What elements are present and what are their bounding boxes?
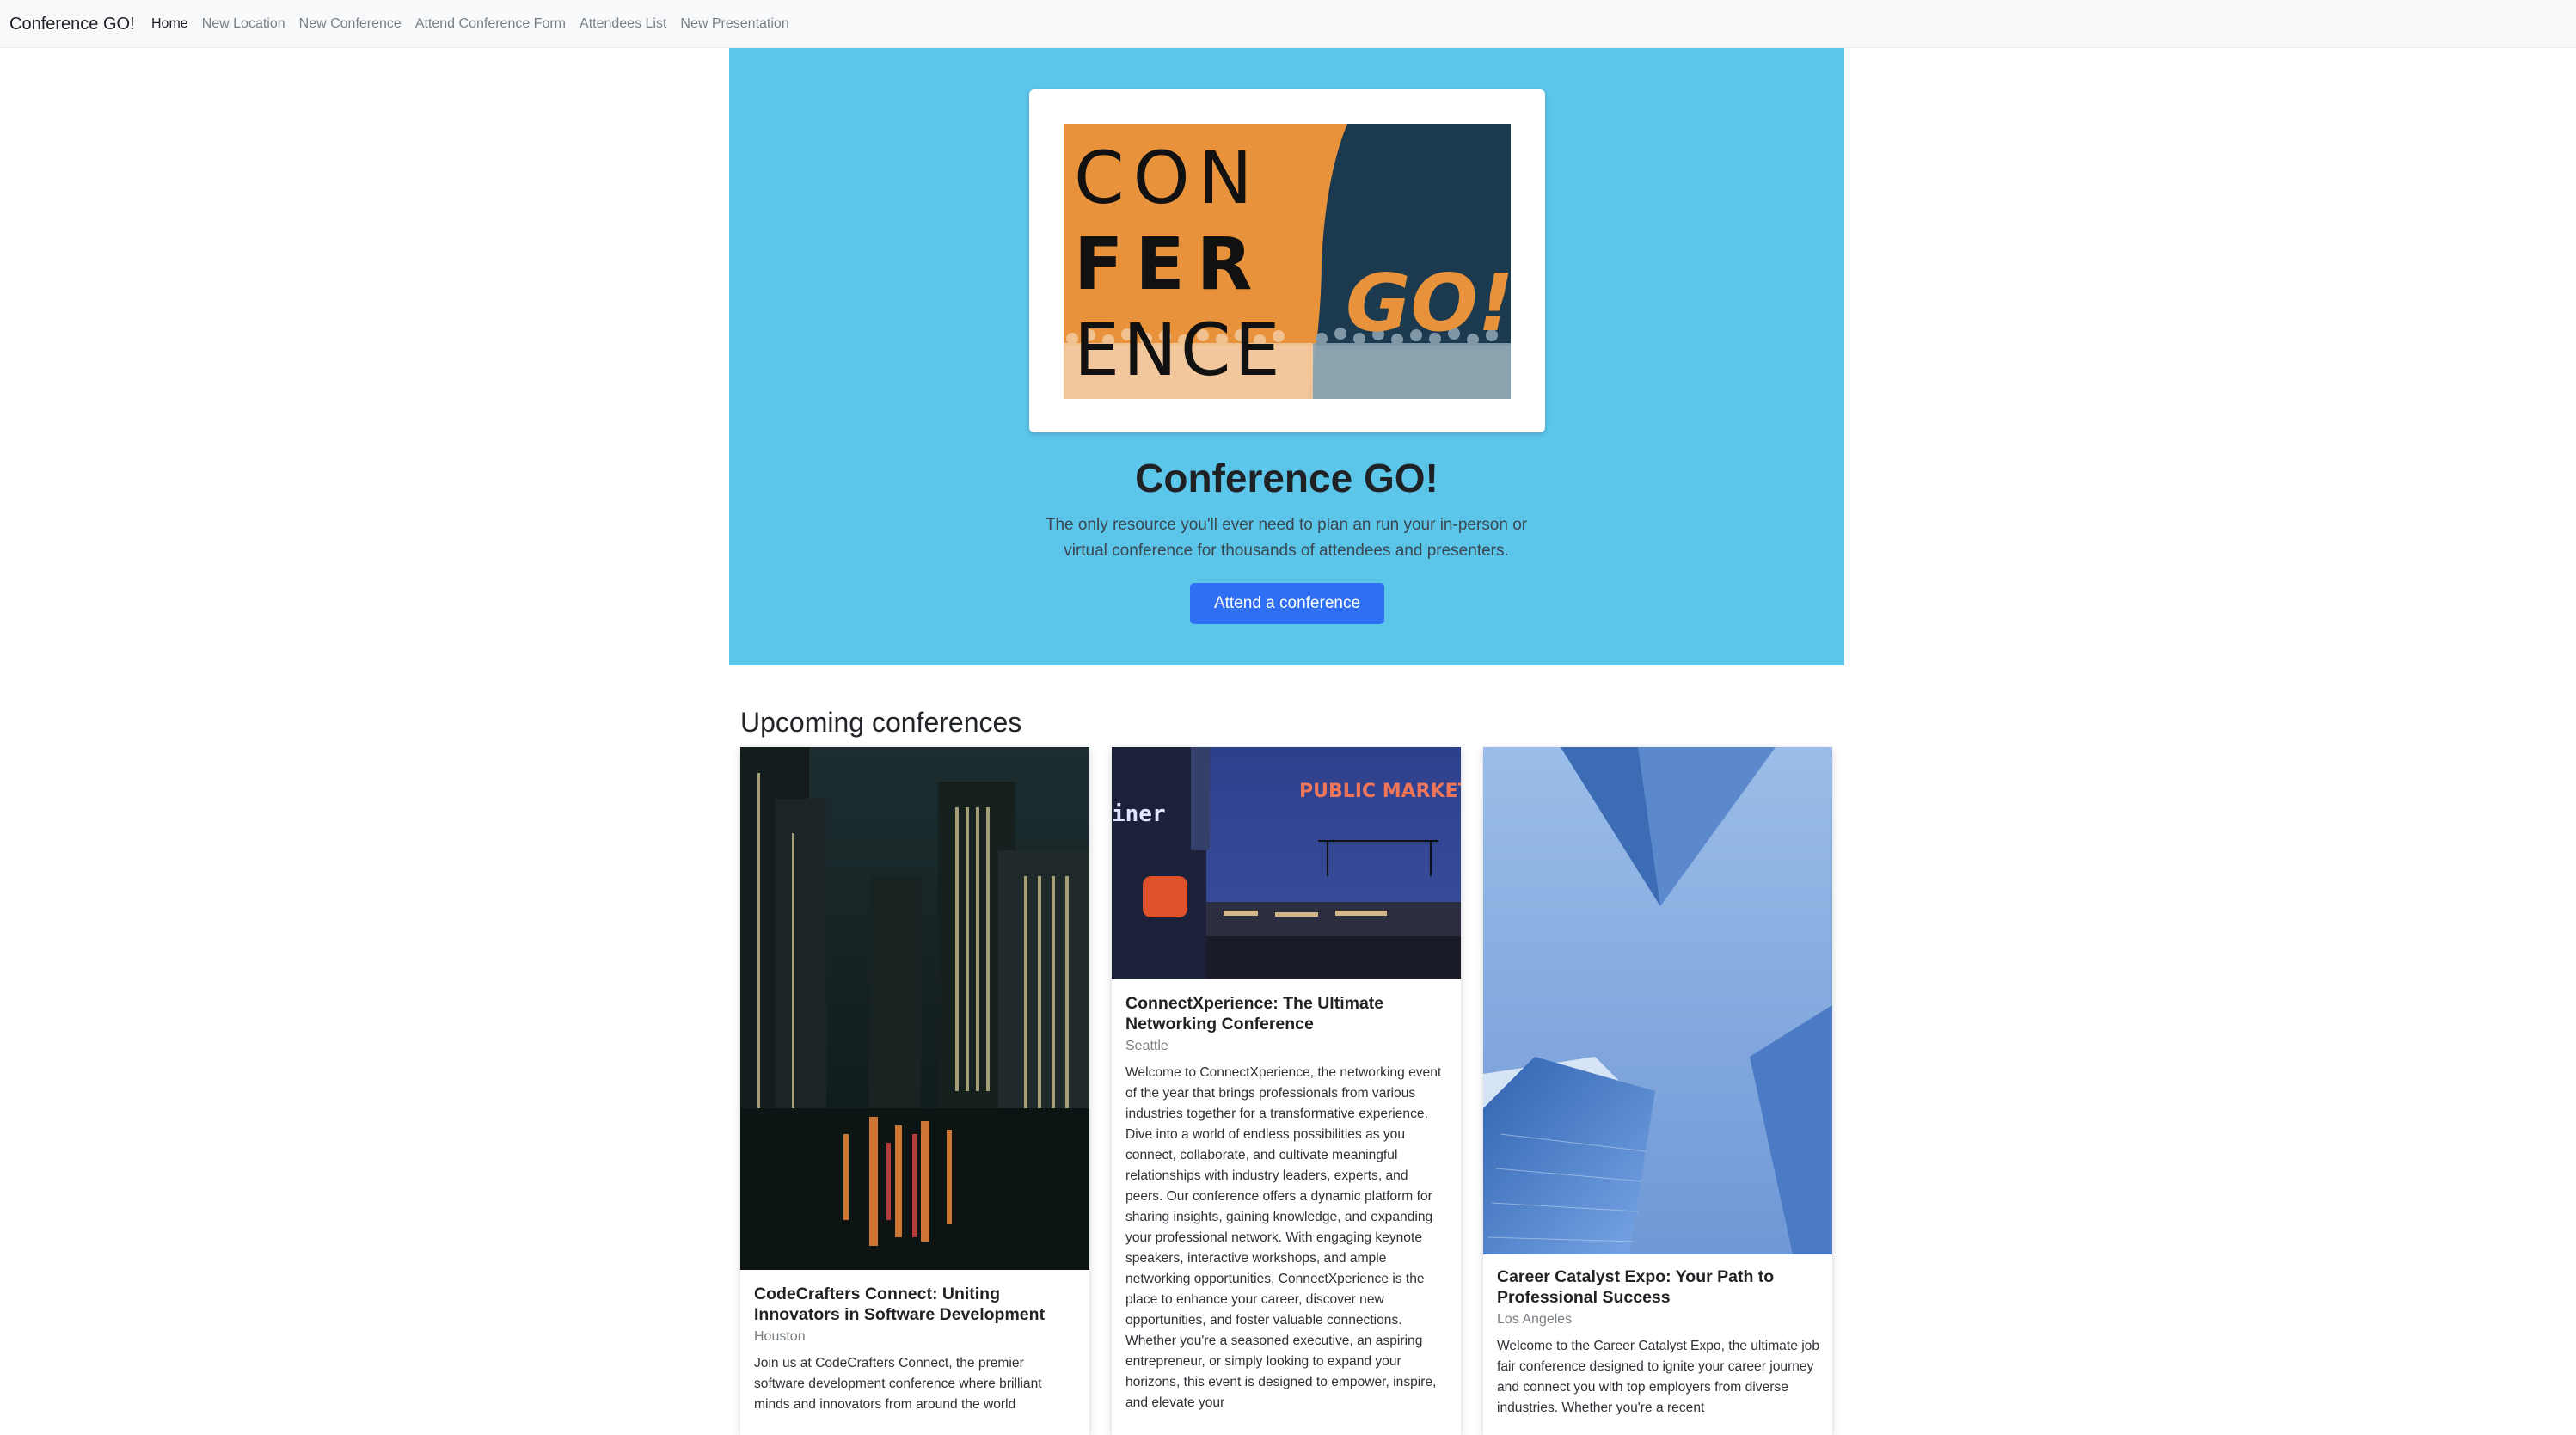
card-description: Welcome to ConnectXperience, the network…: [1125, 1065, 1442, 1410]
card-location: Houston: [754, 1329, 806, 1344]
conference-go-logo: CON FER ENCE GO!: [1064, 124, 1511, 399]
logo-frame: CON FER ENCE GO!: [1029, 89, 1545, 432]
nav-links: Home New Location New Conference Attend …: [151, 15, 789, 33]
card-title[interactable]: ConnectXperience: The Ultimate Networkin…: [1125, 993, 1449, 1034]
attend-conference-button[interactable]: Attend a conference: [1190, 583, 1384, 624]
nav-link-home[interactable]: Home: [151, 15, 188, 33]
hero-section: CON FER ENCE GO! Conference GO! The only…: [729, 48, 1844, 665]
hero-lead: The only resource you'll ever need to pl…: [1045, 516, 1528, 560]
card-location: Seattle: [1125, 1039, 1168, 1053]
nav-link-new-conference[interactable]: New Conference: [299, 15, 402, 33]
logo-ence-text: ENCE: [1074, 308, 1284, 392]
navbar: Conference GO! Home New Location New Con…: [0, 0, 2576, 48]
conference-card-seattle[interactable]: iner PUBLIC MARKET ConnectXperience: The…: [1112, 747, 1461, 1435]
logo-fer-text: FER: [1074, 222, 1264, 306]
nav-link-attend-conference-form[interactable]: Attend Conference Form: [415, 15, 566, 33]
conference-card-houston[interactable]: CodeCrafters Connect: Uniting Innovators…: [740, 747, 1089, 1435]
public-market-night-photo: iner PUBLIC MARKET: [1112, 747, 1461, 979]
card-title[interactable]: Career Catalyst Expo: Your Path to Profe…: [1497, 1266, 1820, 1308]
navbar-brand[interactable]: Conference GO!: [9, 12, 135, 36]
card-body: CodeCrafters Connect: Uniting Innovators…: [754, 1284, 1077, 1415]
skyscrapers-sky-photo: [1483, 747, 1832, 1254]
logo-go-text: GO!: [1346, 257, 1511, 349]
conference-card-los-angeles[interactable]: Career Catalyst Expo: Your Path to Profe…: [1483, 747, 1832, 1435]
hero-title: Conference GO!: [1135, 456, 1438, 500]
nav-link-new-presentation[interactable]: New Presentation: [680, 15, 788, 33]
nav-link-attendees-list[interactable]: Attendees List: [580, 15, 666, 33]
image-side-text: iner: [1112, 801, 1166, 827]
card-title[interactable]: CodeCrafters Connect: Uniting Innovators…: [754, 1284, 1077, 1325]
logo-con-text: CON: [1074, 136, 1261, 220]
upcoming-conferences-heading: Upcoming conferences: [740, 707, 1022, 738]
card-description: Join us at CodeCrafters Connect, the pre…: [754, 1356, 1042, 1412]
city-street-night-photo: [740, 747, 1089, 1270]
card-description: Welcome to the Career Catalyst Expo, the…: [1497, 1339, 1820, 1415]
card-body: ConnectXperience: The Ultimate Networkin…: [1125, 993, 1449, 1414]
public-market-sign: PUBLIC MARKET: [1299, 781, 1461, 802]
card-body: Career Catalyst Expo: Your Path to Profe…: [1497, 1266, 1820, 1419]
nav-link-new-location[interactable]: New Location: [202, 15, 285, 33]
card-location: Los Angeles: [1497, 1312, 1573, 1327]
